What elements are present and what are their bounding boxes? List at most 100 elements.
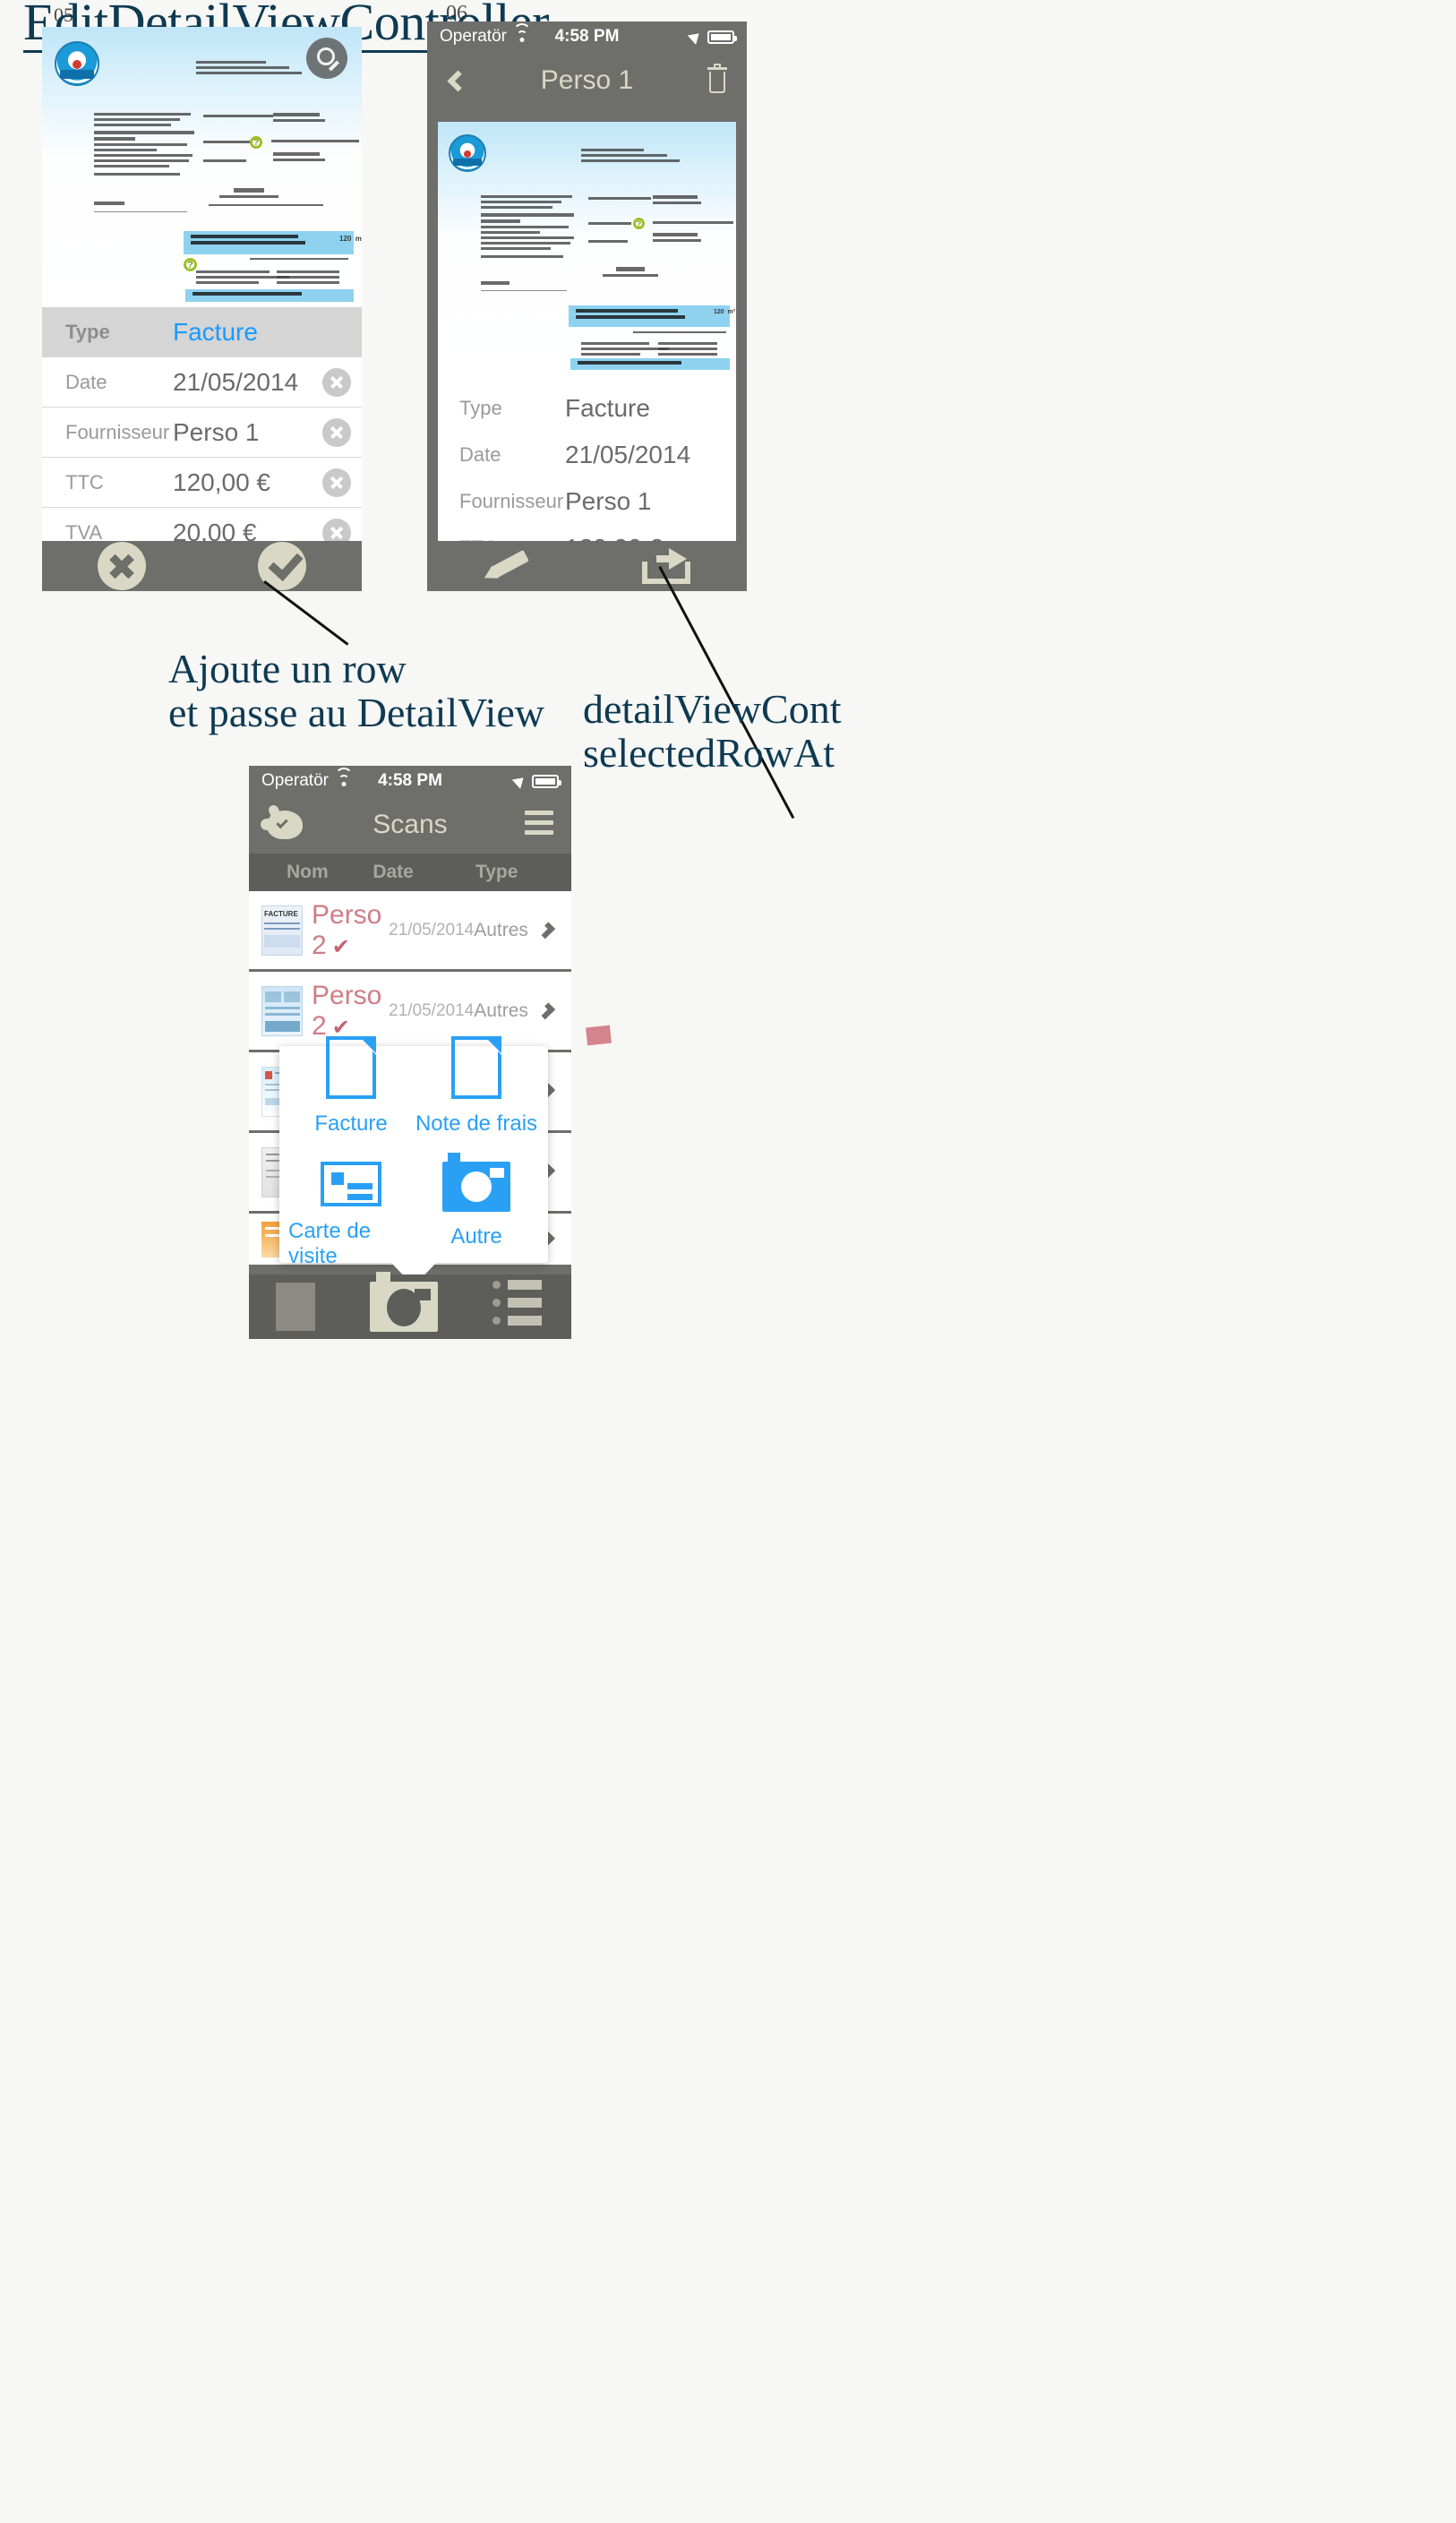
doc-label-destinataire — [588, 240, 628, 245]
trash-icon[interactable] — [706, 64, 729, 94]
doc-messages-label — [481, 281, 510, 287]
edit-toolbar — [42, 541, 362, 591]
doc-recipient-2 — [273, 152, 325, 164]
form-value-type[interactable]: Facture — [173, 318, 351, 347]
camera-tab-icon[interactable] — [369, 1272, 438, 1332]
doc-recipient-2 — [653, 233, 701, 245]
doc-table-rows — [581, 342, 669, 358]
status-right — [511, 773, 561, 789]
detail-navbar: Perso 1 — [427, 52, 747, 109]
document-icon — [326, 1036, 376, 1099]
detail-row-type: Type Facture — [438, 385, 736, 432]
form-label-ttc: TTC — [65, 470, 104, 493]
form-label-type: Type — [65, 321, 110, 343]
carrier-text: Operatör — [261, 771, 329, 790]
popover-item-carte-de-visite[interactable]: Carte de visite — [288, 1153, 414, 1285]
gallery-tab-icon[interactable] — [276, 1283, 316, 1331]
form-label-fournisseur: Fournisseur — [65, 420, 170, 443]
doc-volume: 120 m³ — [714, 309, 736, 315]
clear-icon-ttc[interactable] — [322, 468, 351, 497]
doc-recipient-1 — [273, 113, 325, 124]
form-row-fournisseur[interactable]: Fournisseur Perso 1 — [42, 408, 362, 458]
list-tab-icon[interactable] — [492, 1280, 544, 1334]
doc-table-head — [633, 331, 726, 336]
detail-label-type: Type — [459, 397, 502, 419]
help-icon-1[interactable]: ? — [250, 136, 262, 149]
table-row[interactable]: FACTURE Perso 2 ✔ 21/05/2014 Autres — [249, 891, 571, 972]
doc-label-adresse — [588, 197, 651, 202]
document-type-popover: Facture Note de frais Carte de visite Au… — [279, 1036, 548, 1286]
scan-date: 21/05/2014 — [389, 920, 475, 940]
help-icon-1[interactable]: ? — [633, 218, 645, 229]
edit-icon[interactable] — [480, 549, 530, 585]
back-icon[interactable] — [447, 69, 469, 92]
doc-block-left — [94, 113, 194, 178]
invoice-preview[interactable]: ? 120 m³ ? — [42, 27, 362, 307]
doc-label-reference — [203, 141, 250, 146]
doc-recipient-1 — [653, 195, 701, 207]
scan-name: Perso 2 ✔ — [312, 900, 389, 961]
cancel-button[interactable] — [98, 542, 147, 590]
popover-label-facture: Facture — [314, 1111, 388, 1136]
annotation-right-line1: detailViewCont — [583, 686, 842, 732]
scan-date: 21/05/2014 — [389, 1000, 475, 1020]
detail-label-date: Date — [459, 443, 501, 466]
piggy-bank-icon[interactable] — [261, 811, 303, 839]
detail-label-fournisseur: Fournisseur — [459, 490, 564, 512]
scans-navbar: Scans — [249, 796, 571, 854]
form-label-date: Date — [65, 370, 107, 393]
clear-icon-date[interactable] — [322, 367, 351, 397]
clear-icon-fournisseur[interactable] — [322, 417, 351, 447]
menu-icon[interactable] — [525, 810, 553, 840]
column-type: Type — [475, 862, 518, 882]
form-value-ttc[interactable]: 120,00 € — [173, 468, 322, 497]
doc-label-destinataire — [203, 159, 246, 165]
doc-label-reference — [588, 222, 631, 227]
doc-reference-value — [653, 221, 733, 227]
carrier-text: Operatör — [440, 27, 507, 46]
location-icon — [687, 29, 704, 45]
scans-column-header: Nom Date Type — [249, 854, 571, 891]
form-value-fournisseur[interactable]: Perso 1 — [173, 418, 322, 447]
document-icon — [451, 1036, 501, 1099]
doc-presentation — [209, 204, 323, 209]
doc-reference-value — [271, 140, 359, 145]
popover-item-facture[interactable]: Facture — [288, 1027, 414, 1153]
doc-messages-label — [94, 202, 124, 208]
carrier-label: Operatör — [261, 768, 353, 791]
doc-facture-title — [219, 188, 278, 198]
water-company-logo-icon — [449, 134, 486, 172]
doc-header-right — [196, 61, 304, 77]
detail-toolbar — [427, 541, 747, 591]
battery-icon — [532, 774, 561, 788]
detail-row-fournisseur: Fournisseur Perso 1 — [438, 478, 736, 525]
scan-type: Autres — [474, 919, 528, 940]
scan-thumbnail: FACTURE — [261, 905, 303, 956]
help-icon-2[interactable]: ? — [184, 258, 197, 271]
form-row-type[interactable]: Type Facture — [42, 307, 362, 357]
form-value-date[interactable]: 21/05/2014 — [173, 368, 322, 397]
detail-title: Perso 1 — [540, 65, 634, 95]
popover-label-carte-de-visite: Carte de visite — [288, 1219, 372, 1268]
doc-total-text — [578, 361, 681, 367]
scans-statusbar: Operatör 4:58 PM — [249, 766, 571, 796]
status-right — [687, 29, 737, 45]
annotation-left-line1: Ajoute un row — [168, 646, 407, 691]
form-row-date[interactable]: Date 21/05/2014 — [42, 357, 362, 408]
doc-label-adresse — [203, 115, 273, 120]
annotation-right-line2: selectedRowAt — [583, 730, 835, 776]
detail-invoice-preview[interactable]: ? 120 m³ — [438, 122, 736, 374]
detail-value-fournisseur: Perso 1 — [565, 487, 652, 515]
popover-label-autre: Autre — [450, 1224, 502, 1249]
search-icon[interactable] — [306, 38, 347, 79]
doc-abonnement-text — [191, 235, 305, 247]
popover-item-note-de-frais[interactable]: Note de frais — [414, 1027, 539, 1153]
camera-icon — [442, 1153, 510, 1212]
detail-value-date: 21/05/2014 — [565, 441, 691, 468]
doc-table-rows — [196, 270, 289, 287]
scans-tabbar — [249, 1272, 571, 1339]
popover-item-autre[interactable]: Autre — [414, 1153, 539, 1285]
sticky-marker — [586, 1025, 612, 1046]
form-row-ttc[interactable]: TTC 120,00 € — [42, 458, 362, 508]
doc-table-values — [277, 270, 339, 287]
